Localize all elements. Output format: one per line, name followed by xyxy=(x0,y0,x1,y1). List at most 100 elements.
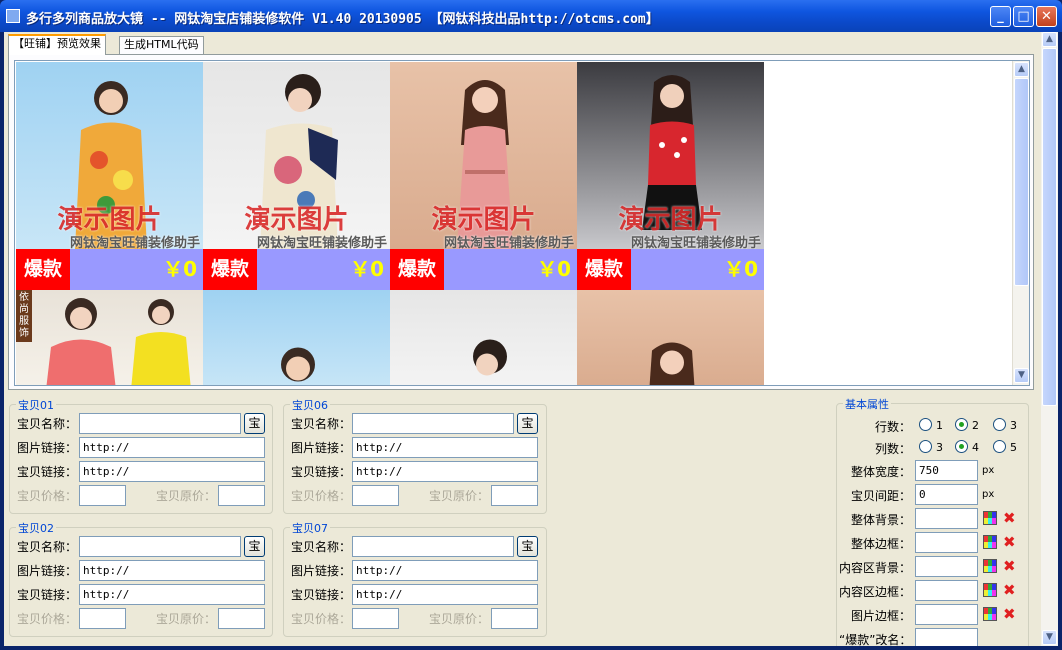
price-input[interactable] xyxy=(79,608,126,629)
clear-icon[interactable]: ✖ xyxy=(1003,607,1016,622)
orig-price-label: 宝贝原价： xyxy=(429,489,490,503)
clear-icon[interactable]: ✖ xyxy=(1003,583,1016,598)
name-label: 宝贝名称： xyxy=(291,540,352,554)
price-input[interactable] xyxy=(352,485,399,506)
item-link-input[interactable]: http:// xyxy=(352,461,538,482)
price-input[interactable] xyxy=(352,608,399,629)
content-border-input[interactable] xyxy=(915,580,978,601)
preview-scrollbar[interactable]: ▲ ▼ xyxy=(1012,61,1029,385)
img-link-label: 图片链接： xyxy=(17,441,78,455)
orig-price-label: 宝贝原价： xyxy=(429,612,490,626)
img-link-input[interactable]: http:// xyxy=(79,560,265,581)
scroll-down-icon[interactable]: ▼ xyxy=(1014,368,1029,383)
clear-icon[interactable]: ✖ xyxy=(1003,511,1016,526)
item-link-input[interactable]: http:// xyxy=(352,584,538,605)
app-icon[interactable] xyxy=(6,9,20,23)
img-link-input[interactable]: http:// xyxy=(79,437,265,458)
pick-item-button[interactable]: 宝 xyxy=(244,536,265,557)
rows-option-3[interactable] xyxy=(993,418,1006,431)
price-bar: 爆款 ￥0 xyxy=(390,249,577,290)
rows-option-2[interactable] xyxy=(955,418,968,431)
cols-option-3[interactable] xyxy=(919,440,932,453)
border-color-input[interactable] xyxy=(915,532,978,553)
product-cell[interactable]: 演示图片 网钛淘宝旺铺装修助手 爆款 ￥0 xyxy=(16,62,203,290)
color-palette-icon[interactable] xyxy=(983,583,997,597)
color-palette-icon[interactable] xyxy=(983,511,997,525)
name-input[interactable] xyxy=(352,413,514,434)
gap-label: 宝贝间距： xyxy=(851,489,912,503)
color-palette-icon[interactable] xyxy=(983,559,997,573)
watermark-main: 演示图片 xyxy=(244,205,349,235)
name-input[interactable] xyxy=(352,536,514,557)
orig-price-input[interactable] xyxy=(491,485,538,506)
title-bar[interactable]: 多行多列商品放大镜 -- 网钛淘宝店铺装修软件 V1.40 20130905 【… xyxy=(0,0,1062,32)
img-link-input[interactable]: http:// xyxy=(352,437,538,458)
product-cell[interactable]: 依尚服饰 xyxy=(16,290,203,385)
clear-icon[interactable]: ✖ xyxy=(1003,559,1016,574)
width-input[interactable]: 750 xyxy=(915,460,978,481)
rows-option-3-label: 3 xyxy=(1010,419,1017,432)
price-input[interactable] xyxy=(79,485,126,506)
product-cell[interactable] xyxy=(577,290,764,385)
content-border-label: 内容区边框： xyxy=(839,585,912,599)
window-scrollbar[interactable]: ▲ ▼ xyxy=(1041,32,1058,646)
item-link-input[interactable]: http:// xyxy=(79,584,265,605)
orig-price-input[interactable] xyxy=(218,485,265,506)
color-palette-icon[interactable] xyxy=(983,607,997,621)
scroll-thumb[interactable] xyxy=(1014,78,1029,286)
img-link-label: 图片链接： xyxy=(291,564,352,578)
rows-option-1[interactable] xyxy=(919,418,932,431)
clear-icon[interactable]: ✖ xyxy=(1003,535,1016,550)
maximize-button[interactable]: □ xyxy=(1013,6,1034,27)
item-link-label: 宝贝链接： xyxy=(291,588,352,602)
pick-item-button[interactable]: 宝 xyxy=(244,413,265,434)
tab-preview[interactable]: 【旺铺】预览效果 xyxy=(8,34,106,55)
watermark-main: 演示图片 xyxy=(57,205,162,235)
product-photo xyxy=(577,290,764,385)
item-link-input[interactable]: http:// xyxy=(79,461,265,482)
pick-item-button[interactable]: 宝 xyxy=(517,413,538,434)
price-bar: 爆款 ￥0 xyxy=(577,249,764,290)
preview-viewport[interactable]: 演示图片 网钛淘宝旺铺装修助手 爆款 ￥0 演示图片 网钛淘宝旺铺装修助手 爆款… xyxy=(14,60,1030,386)
hot-badge: 爆款 xyxy=(203,249,257,290)
watermark-sub: 网钛淘宝旺铺装修助手 xyxy=(630,236,761,249)
name-input[interactable] xyxy=(79,536,241,557)
scroll-up-icon[interactable]: ▲ xyxy=(1014,62,1029,77)
product-cell[interactable] xyxy=(390,290,577,385)
img-border-label: 图片边框： xyxy=(851,609,912,623)
cols-option-4[interactable] xyxy=(955,440,968,453)
scroll-down-icon[interactable]: ▼ xyxy=(1042,630,1057,645)
tab-html-code[interactable]: 生成HTML代码 xyxy=(119,36,204,54)
watermark-main: 演示图片 xyxy=(618,205,723,235)
name-input[interactable] xyxy=(79,413,241,434)
scroll-thumb[interactable] xyxy=(1042,48,1057,406)
product-photo: 依尚服饰 xyxy=(16,290,203,385)
price-label: 宝贝价格： xyxy=(17,489,78,503)
color-palette-icon[interactable] xyxy=(983,535,997,549)
product-cell[interactable]: 演示图片 网钛淘宝旺铺装修助手 爆款 ￥0 xyxy=(577,62,764,290)
img-link-label: 图片链接： xyxy=(291,441,352,455)
gap-input[interactable]: 0 xyxy=(915,484,978,505)
product-cell[interactable]: 演示图片 网钛淘宝旺铺装修助手 爆款 ￥0 xyxy=(390,62,577,290)
watermark-main: 演示图片 xyxy=(431,205,536,235)
orig-price-input[interactable] xyxy=(491,608,538,629)
rename-hot-input[interactable] xyxy=(915,628,978,646)
shop-banner: 依尚服饰 xyxy=(16,290,32,342)
minimize-button[interactable]: _ xyxy=(990,6,1011,27)
product-cell[interactable] xyxy=(203,290,390,385)
tab-panel: 演示图片 网钛淘宝旺铺装修助手 爆款 ￥0 演示图片 网钛淘宝旺铺装修助手 爆款… xyxy=(8,54,1034,390)
cols-option-5[interactable] xyxy=(993,440,1006,453)
bg-color-input[interactable] xyxy=(915,508,978,529)
orig-price-label: 宝贝原价： xyxy=(156,612,217,626)
content-bg-input[interactable] xyxy=(915,556,978,577)
item-group-07: 宝贝07 宝贝名称： 宝 图片链接： http:// 宝贝链接： http://… xyxy=(283,520,547,637)
img-link-label: 图片链接： xyxy=(17,564,78,578)
img-border-input[interactable] xyxy=(915,604,978,625)
scroll-up-icon[interactable]: ▲ xyxy=(1042,32,1057,47)
orig-price-input[interactable] xyxy=(218,608,265,629)
pick-item-button[interactable]: 宝 xyxy=(517,536,538,557)
img-link-input[interactable]: http:// xyxy=(352,560,538,581)
close-button[interactable]: ✕ xyxy=(1036,6,1057,27)
product-cell[interactable]: 演示图片 网钛淘宝旺铺装修助手 爆款 ￥0 xyxy=(203,62,390,290)
name-label: 宝贝名称： xyxy=(17,540,78,554)
